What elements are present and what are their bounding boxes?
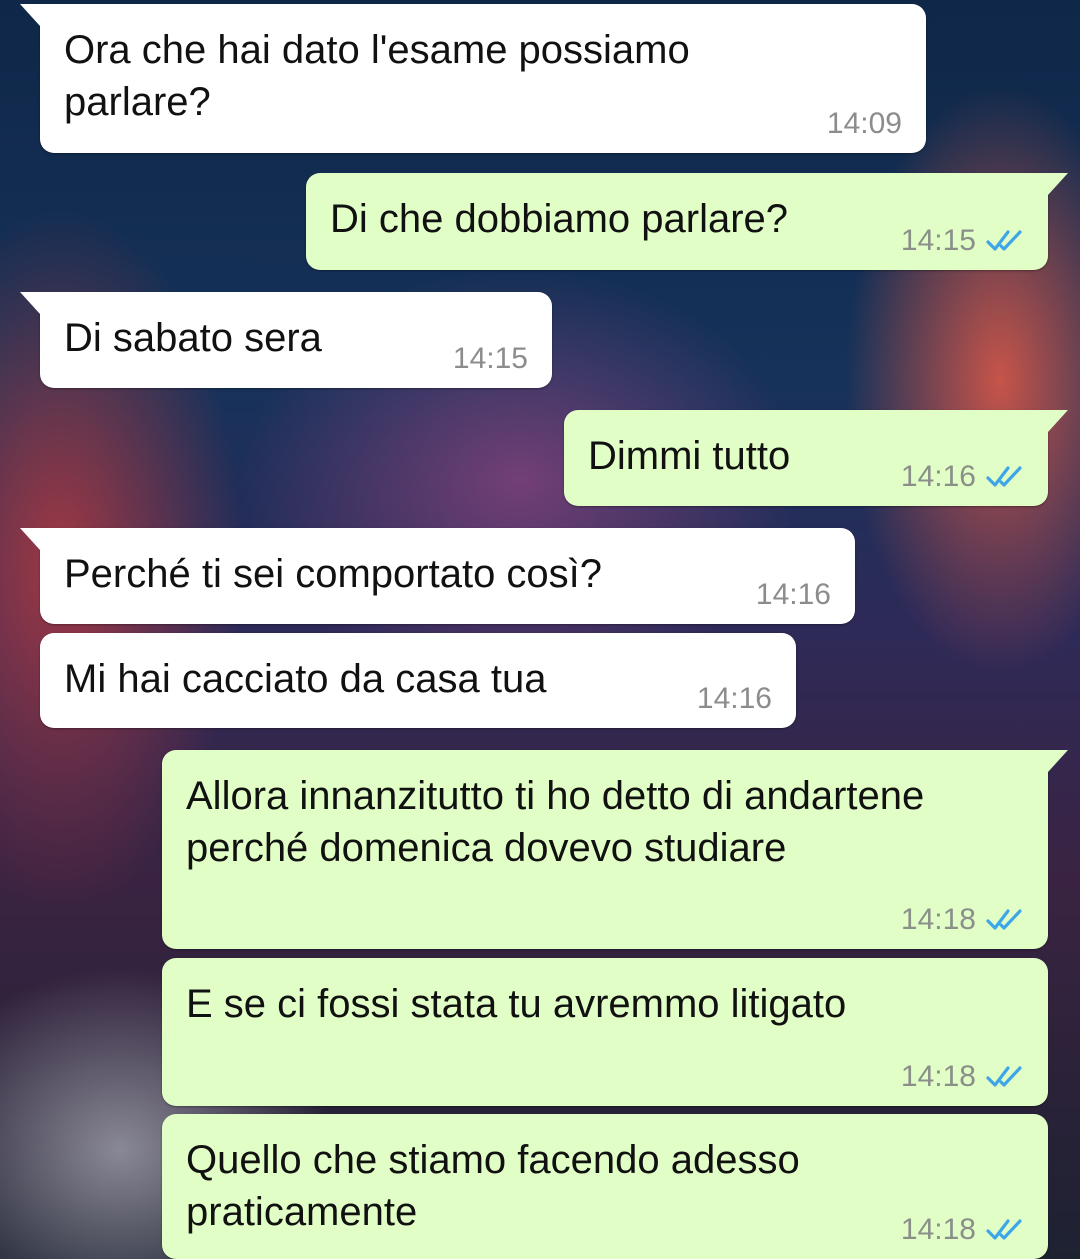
message-timestamp: 14:18 [900, 1213, 976, 1246]
message-bubble-incoming[interactable]: Ora che hai dato l'esame possiamo parlar… [20, 4, 926, 153]
message-text: Di sabato sera [64, 316, 322, 360]
message-bubble-outgoing[interactable]: Quello che stiamo facendo adesso pratica… [162, 1114, 1048, 1259]
message-meta: 14:09 [827, 107, 902, 141]
read-double-check-icon [986, 466, 1022, 487]
read-double-check-icon [986, 230, 1022, 251]
message-bubble-incoming[interactable]: Mi hai cacciato da casa tua 14:16 [40, 633, 796, 728]
message-meta: 14:16 [756, 578, 831, 612]
message-text: Allora innanzitutto ti ho detto di andar… [186, 774, 925, 870]
message-text: E se ci fossi stata tu avremmo litigato [186, 982, 847, 1026]
message-timestamp: 14:15 [900, 224, 976, 257]
message-meta: 14:16 [901, 460, 1024, 494]
message-text: Quello che stiamo facendo adesso pratica… [186, 1138, 800, 1234]
message-timestamp: 14:16 [696, 682, 772, 715]
message-text: Perché ti sei comportato così? [64, 552, 603, 596]
message-timestamp: 14:16 [900, 460, 976, 493]
message-meta: 14:18 [901, 1060, 1024, 1094]
read-double-check-icon [986, 1066, 1022, 1087]
message-timestamp: 14:18 [900, 903, 976, 936]
read-double-check-icon [986, 1219, 1022, 1240]
message-text: Mi hai cacciato da casa tua [64, 657, 547, 701]
message-bubble-incoming[interactable]: Di sabato sera 14:15 [20, 292, 552, 388]
message-meta: 14:15 [901, 224, 1024, 258]
message-bubble-outgoing[interactable]: E se ci fossi stata tu avremmo litigato … [162, 958, 1048, 1106]
message-text: Ora che hai dato l'esame possiamo parlar… [64, 28, 690, 124]
read-double-check-icon [986, 909, 1022, 930]
message-timestamp: 14:18 [900, 1060, 976, 1093]
message-meta: 14:15 [453, 342, 528, 376]
message-meta: 14:18 [901, 903, 1024, 937]
message-text: Di che dobbiamo parlare? [330, 197, 789, 241]
message-bubble-outgoing[interactable]: Allora innanzitutto ti ho detto di andar… [162, 750, 1068, 949]
message-text: Dimmi tutto [588, 434, 791, 478]
message-bubble-outgoing[interactable]: Dimmi tutto 14:16 [564, 410, 1068, 506]
message-meta: 14:18 [901, 1213, 1024, 1247]
message-timestamp: 14:09 [826, 107, 902, 140]
message-timestamp: 14:15 [452, 342, 528, 375]
message-timestamp: 14:16 [755, 578, 831, 611]
message-meta: 14:16 [697, 682, 772, 716]
message-bubble-incoming[interactable]: Perché ti sei comportato così? 14:16 [20, 528, 855, 624]
message-bubble-outgoing[interactable]: Di che dobbiamo parlare? 14:15 [306, 173, 1068, 270]
